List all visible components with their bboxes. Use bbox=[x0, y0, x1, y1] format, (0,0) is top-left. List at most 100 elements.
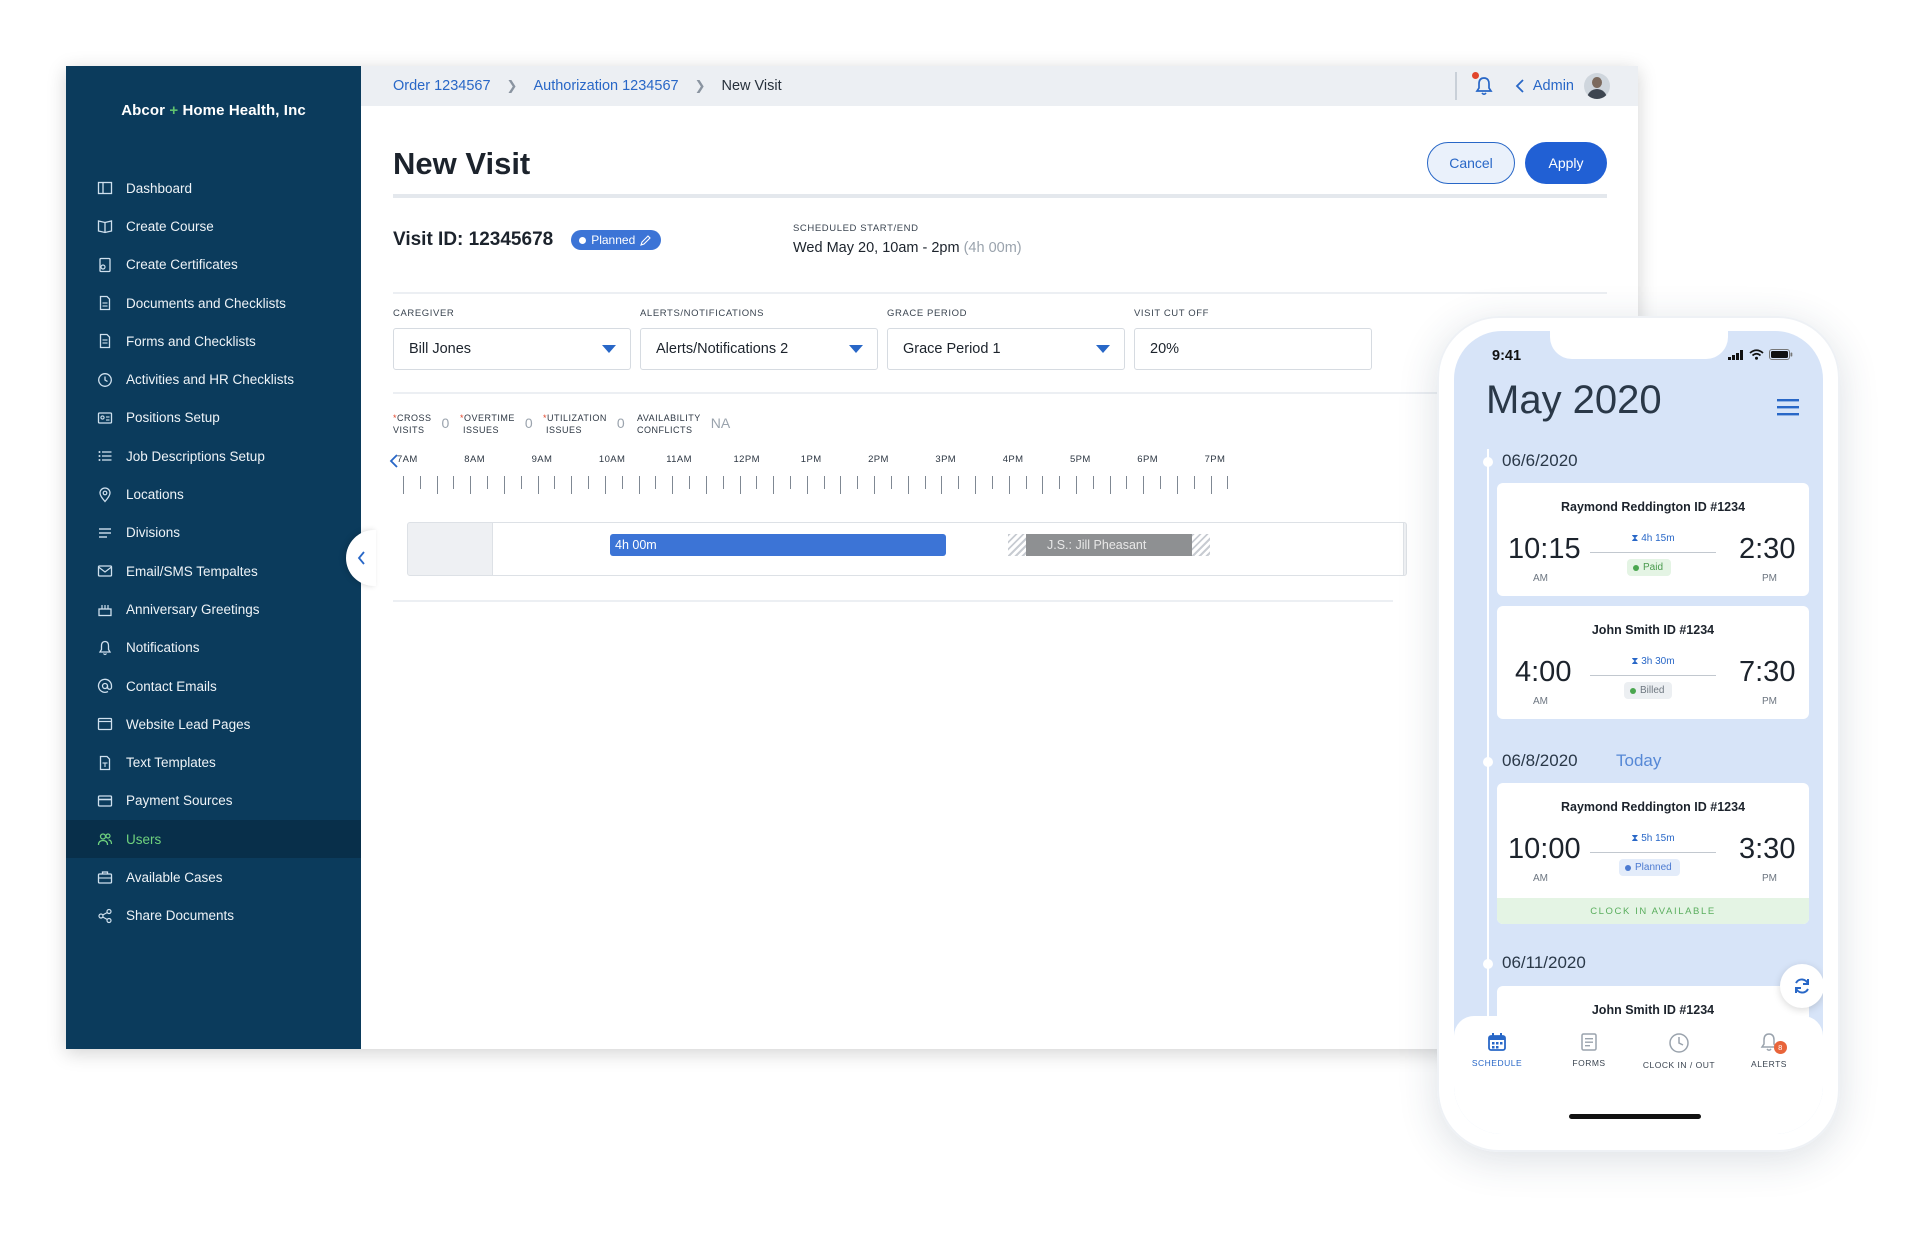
tab-alerts[interactable]: 8 ALERTS bbox=[1729, 1032, 1809, 1069]
grace-period-select[interactable]: Grace Period 1 bbox=[887, 328, 1125, 370]
apply-button[interactable]: Apply bbox=[1525, 142, 1607, 184]
timeline-tick bbox=[789, 476, 791, 489]
visit-end-ampm: PM bbox=[1762, 573, 1777, 584]
sidebar-item-forms-and-checklists[interactable]: Forms and Checklists bbox=[66, 322, 361, 360]
alerts-select[interactable]: Alerts/Notifications 2 bbox=[640, 328, 878, 370]
visit-id: Visit ID: 12345678 Planned bbox=[393, 229, 662, 251]
sidebar-item-job-descriptions-setup[interactable]: Job Descriptions Setup bbox=[66, 437, 361, 475]
availability-stat: AVAILABILITY CONFLICTS NA bbox=[637, 412, 730, 436]
timeline-tick bbox=[588, 476, 590, 489]
timeline-hour-label: 7AM bbox=[397, 454, 418, 465]
visit-card[interactable]: John Smith ID #1234 4:00 AM ⧗ 3h 30m Bil… bbox=[1497, 606, 1809, 719]
visit-bar[interactable]: 4h 00m bbox=[610, 534, 946, 556]
other-visit-bar[interactable]: J.S.: Jill Pheasant bbox=[1026, 534, 1192, 556]
breadcrumb-current: New Visit bbox=[721, 78, 782, 94]
tab-forms[interactable]: FORMS bbox=[1549, 1032, 1629, 1068]
timeline-tick bbox=[1042, 476, 1044, 494]
sidebar-item-payment-sources[interactable]: Payment Sources bbox=[66, 782, 361, 820]
status-badge[interactable]: Planned bbox=[571, 230, 662, 250]
scheduled-range: Wed May 20, 10am - 2pm bbox=[793, 240, 960, 256]
sidebar-item-text-templates[interactable]: Text Templates bbox=[66, 743, 361, 781]
sidebar-item-dashboard[interactable]: Dashboard bbox=[66, 169, 361, 207]
timeline-tick bbox=[403, 476, 404, 494]
caregiver-select[interactable]: Bill Jones bbox=[393, 328, 631, 370]
timeline-tick bbox=[705, 476, 707, 494]
sidebar-item-positions-setup[interactable]: Positions Setup bbox=[66, 399, 361, 437]
timeline-tick bbox=[722, 476, 724, 489]
forms-icon bbox=[1581, 1033, 1597, 1051]
conflict-hatch bbox=[1192, 534, 1210, 556]
timeline-tick bbox=[1143, 476, 1145, 494]
text-file-icon bbox=[99, 755, 111, 770]
avatar[interactable] bbox=[1584, 73, 1610, 99]
sidebar-item-label: Email/SMS Tempaltes bbox=[126, 563, 258, 579]
admin-menu[interactable]: Admin bbox=[1515, 78, 1574, 94]
breadcrumb-authorization[interactable]: Authorization 1234567 bbox=[533, 78, 678, 94]
timeline-tick bbox=[537, 476, 539, 494]
sidebar-item-label: Forms and Checklists bbox=[126, 333, 256, 349]
availability-value: NA bbox=[710, 415, 731, 431]
divisions-icon bbox=[99, 528, 111, 538]
timeline-hour-labels: 7AM 8AM 9AM 10AM 11AM 12PM 1PM 2PM 3PM 4PM 5PM 6PM 7… bbox=[397, 454, 1227, 468]
sidebar-item-share-documents[interactable]: Share Documents bbox=[66, 897, 361, 935]
sidebar-item-label: Divisions bbox=[126, 525, 181, 541]
tab-schedule[interactable]: SCHEDULE bbox=[1457, 1032, 1537, 1068]
sidebar-item-label: Job Descriptions Setup bbox=[126, 448, 265, 464]
sidebar-item-create-course[interactable]: Create Course bbox=[66, 207, 361, 245]
clock-in-available-banner[interactable]: CLOCK IN AVAILABLE bbox=[1497, 898, 1809, 924]
sidebar-item-divisions[interactable]: Divisions bbox=[66, 514, 361, 552]
visit-cutoff-input[interactable]: 20% bbox=[1134, 328, 1372, 370]
sidebar-item-create-certificates[interactable]: Create Certificates bbox=[66, 246, 361, 284]
stage: Abcor + Home Health, Inc Dashboard Create… bbox=[0, 0, 1920, 1239]
sidebar-item-label: Activities and HR Checklists bbox=[126, 372, 295, 388]
breadcrumb-order[interactable]: Order 1234567 bbox=[393, 78, 491, 94]
sidebar-item-documents-and-checklists[interactable]: Documents and Checklists bbox=[66, 284, 361, 322]
timeline-tick bbox=[554, 476, 556, 489]
notifications-button[interactable] bbox=[1471, 72, 1493, 96]
sidebar-item-activities-and-hr-checklists[interactable]: Activities and HR Checklists bbox=[66, 360, 361, 398]
calendar-icon bbox=[1488, 1033, 1506, 1051]
timeline-tick bbox=[571, 476, 573, 494]
page-title: New Visit bbox=[393, 146, 531, 181]
visit-id-text: Visit ID: 12345678 bbox=[393, 229, 554, 250]
timeline-tick bbox=[1227, 476, 1229, 489]
timeline-tick bbox=[419, 476, 421, 489]
overtime-value: 0 bbox=[524, 415, 533, 431]
availability-label: AVAILABILITY CONFLICTS bbox=[637, 413, 701, 435]
tab-alerts-label: ALERTS bbox=[1751, 1059, 1787, 1069]
sidebar-item-users[interactable]: Users bbox=[66, 820, 361, 859]
sidebar-item-website-lead-pages[interactable]: Website Lead Pages bbox=[66, 705, 361, 743]
conflict-hatch bbox=[1008, 534, 1026, 556]
cancel-button[interactable]: Cancel bbox=[1427, 142, 1515, 184]
sidebar-item-notifications[interactable]: Notifications bbox=[66, 629, 361, 667]
home-indicator bbox=[1569, 1114, 1701, 1119]
timeline-tick bbox=[655, 476, 657, 489]
cross-visits-value: 0 bbox=[441, 415, 450, 431]
certificate-icon bbox=[99, 257, 111, 272]
timeline-tick bbox=[470, 476, 472, 494]
chevron-left-icon bbox=[357, 551, 365, 565]
credit-card-icon bbox=[97, 795, 113, 807]
visit-start-ampm: AM bbox=[1533, 873, 1548, 884]
timeline-tick bbox=[806, 476, 808, 494]
refresh-button[interactable] bbox=[1780, 964, 1823, 1008]
timeline-tick bbox=[958, 476, 960, 489]
visit-card[interactable]: Raymond Reddington ID #1234 10:00 AM ⧗ 5… bbox=[1497, 783, 1809, 924]
sidebar-item-available-cases[interactable]: Available Cases bbox=[66, 858, 361, 896]
sidebar-item-label: Contact Emails bbox=[126, 678, 217, 694]
sidebar-item-label: Website Lead Pages bbox=[126, 716, 251, 732]
timeline-hour-label: 2PM bbox=[868, 454, 889, 465]
sidebar-item-email-sms-tempaltes[interactable]: Email/SMS Tempaltes bbox=[66, 552, 361, 590]
id-card-icon bbox=[97, 412, 113, 424]
sidebar-item-label: Users bbox=[126, 831, 162, 847]
avatar-body bbox=[1587, 89, 1607, 99]
tab-clock-in-out[interactable]: CLOCK IN / OUT bbox=[1639, 1032, 1719, 1070]
dashboard-icon bbox=[97, 181, 113, 195]
sidebar-item-anniversary-greetings[interactable]: Anniversary Greetings bbox=[66, 590, 361, 628]
hamburger-menu-icon[interactable] bbox=[1777, 398, 1799, 416]
notification-dot bbox=[1471, 72, 1479, 79]
timeline-hour-label: 9AM bbox=[531, 454, 553, 465]
sidebar-item-locations[interactable]: Locations bbox=[66, 475, 361, 513]
visit-card[interactable]: Raymond Reddington ID #1234 10:15 AM ⧗ 4… bbox=[1497, 483, 1809, 596]
sidebar-item-contact-emails[interactable]: Contact Emails bbox=[66, 667, 361, 705]
